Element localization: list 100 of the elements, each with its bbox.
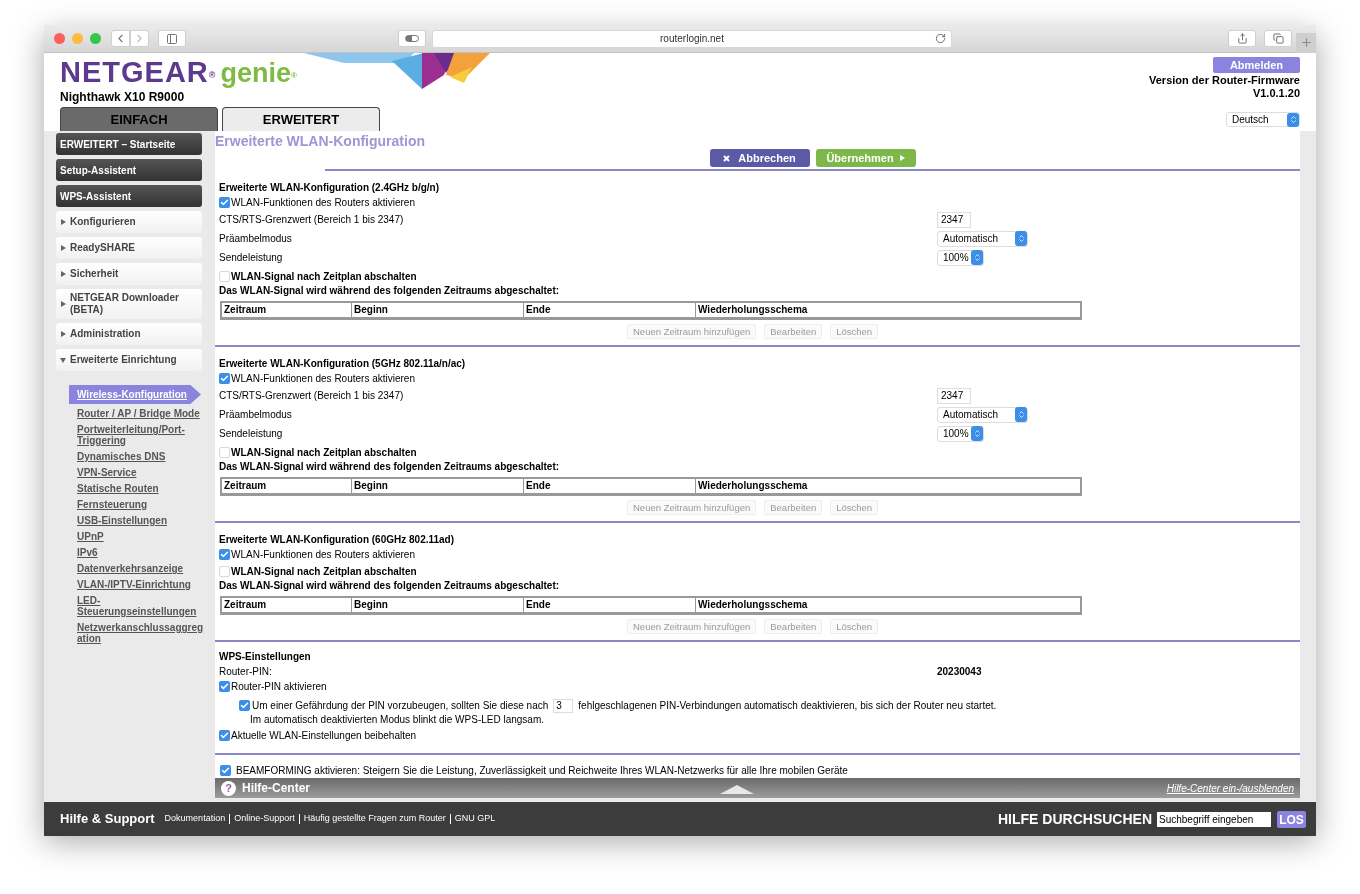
checkbox[interactable] (239, 700, 250, 711)
sidebar-link[interactable]: VPN-Service (77, 466, 205, 479)
sidebar-group-button[interactable]: ReadySHARE (56, 237, 202, 259)
column-header: Wiederholungsschema (697, 598, 809, 612)
attempts-field[interactable]: 3 (553, 698, 574, 713)
sidebar-group-button[interactable]: NETGEAR Downloader (BETA) (56, 289, 202, 319)
mode-tab[interactable]: ERWEITERT (222, 107, 380, 131)
sidebar-link[interactable]: USB-Einstellungen (77, 514, 205, 527)
sidebar-group-button[interactable]: Administration (56, 323, 202, 345)
close-window-icon[interactable] (54, 33, 65, 44)
checkbox[interactable] (219, 729, 230, 741)
checkbox[interactable] (219, 446, 230, 458)
sidebar-group-button[interactable]: Konfigurieren (56, 211, 202, 233)
page-title: Erweiterte WLAN-Konfiguration (215, 132, 426, 149)
search-button[interactable]: LOS (1277, 810, 1306, 828)
column-header: Ende (524, 598, 696, 612)
column-header: Beginn (352, 303, 524, 317)
preamble-select[interactable]: Automatisch (937, 230, 1028, 247)
field-label: CTS/RTS-Grenzwert (Bereich 1 bis 2347) (219, 213, 405, 227)
checkbox[interactable] (219, 197, 230, 208)
stepper-arrows-icon (971, 250, 983, 265)
sidebar-group-button[interactable]: Sicherheit (56, 263, 202, 285)
footer-link[interactable]: Dokumentation (164, 812, 226, 826)
sidebar-link[interactable]: Dynamisches DNS (77, 450, 205, 463)
maximize-window-icon[interactable] (90, 33, 101, 44)
logout-button[interactable]: Abmelden (1213, 57, 1300, 73)
field-label: Sendeleistung (219, 427, 284, 441)
address-bar[interactable]: routerlogin.net (432, 29, 952, 48)
tabs-button[interactable] (1264, 30, 1292, 47)
caret-right-icon (899, 155, 905, 161)
preamble-select[interactable]: Automatisch (937, 406, 1028, 423)
column-header: Ende (524, 303, 696, 317)
share-button[interactable] (1228, 30, 1256, 47)
section-heading: Erweiterte WLAN-Konfiguration (2.4GHz b/g/n) (219, 181, 440, 195)
expand-arrow-icon[interactable] (720, 785, 754, 794)
help-icon[interactable]: ? (221, 780, 236, 796)
brand-logo: NETGEAR$^{®}$ (60, 58, 217, 87)
sidebar-link[interactable]: Fernsteuerung (77, 498, 205, 511)
sidebar-link[interactable]: Datenverkehrsanzeige (77, 562, 205, 575)
check-icon (221, 766, 230, 775)
check-icon (220, 374, 229, 383)
checkbox-label: WLAN-Signal nach Zeitplan abschalten (231, 445, 417, 460)
sidebar-link[interactable]: Portweiterleitung/Port-Triggering (77, 423, 205, 447)
checkbox[interactable] (219, 549, 230, 560)
checkbox-label: WLAN-Funktionen des Routers aktivieren (231, 372, 415, 386)
power-select[interactable]: 100% (937, 425, 984, 442)
sidebar-link[interactable]: Router / AP / Bridge Mode (77, 407, 205, 420)
search-label: HILFE DURCHSUCHEN (998, 809, 1152, 829)
forward-button[interactable] (130, 30, 149, 47)
column-header: Beginn (352, 598, 524, 612)
footer-link[interactable]: GNU GPL (454, 812, 496, 826)
checkbox-label: Aktuelle WLAN-Einstellungen beibehalten (231, 728, 417, 743)
tabs-icon (1272, 33, 1284, 44)
section-heading: Erweiterte WLAN-Konfiguration (5GHz 802.11a/n/ac) (219, 357, 467, 371)
checkbox-label: WLAN-Funktionen des Routers aktivieren (231, 196, 415, 210)
sidebar-link[interactable]: Wireless-Konfiguration (69, 385, 201, 404)
sidebar-link[interactable]: IPv6 (77, 546, 205, 559)
router-pin: 20230043 (937, 664, 982, 679)
checkbox[interactable] (219, 373, 230, 384)
language-select[interactable]: Deutsch (1226, 112, 1300, 127)
reader-button[interactable] (398, 30, 426, 47)
footer-link[interactable]: Online-Support (234, 812, 295, 826)
column-header: Wiederholungsschema (697, 303, 809, 317)
column-header: Zeitraum (222, 303, 352, 317)
help-bar-title: Hilfe-Center (242, 780, 310, 797)
footer-link[interactable]: Häufig gestellte Fragen zum Router (303, 812, 446, 826)
section-heading: WPS-Einstellungen (219, 650, 312, 664)
sidebar-link[interactable]: VLAN-/IPTV-Einrichtung (77, 578, 205, 591)
check-icon (220, 550, 229, 559)
stepper-arrows-icon (1015, 231, 1027, 246)
help-search-field[interactable]: Suchbegriff eingeben (1157, 811, 1271, 827)
threshold-field[interactable]: 2347 (937, 387, 971, 404)
new-tab-button[interactable] (1296, 32, 1316, 53)
caret-right-icon (60, 301, 66, 307)
sidebar-nav-button[interactable]: WPS-Assistent (56, 185, 202, 207)
checkbox[interactable] (220, 765, 231, 776)
cancel-button[interactable]: Abbrechen (709, 149, 810, 167)
back-button[interactable] (111, 30, 130, 47)
checkbox[interactable] (219, 270, 230, 282)
mode-tab[interactable]: EINFACH (60, 107, 218, 131)
checkbox[interactable] (219, 565, 230, 577)
sidebar-link[interactable]: UPnP (77, 530, 205, 543)
column-header: Wiederholungsschema (697, 479, 809, 493)
sidebar-link[interactable]: Netzwerkanschlussaggregation (77, 621, 205, 645)
power-select[interactable]: 100% (937, 249, 984, 266)
checkbox-label: Router-PIN aktivieren (231, 679, 327, 694)
sidebar-link[interactable]: Statische Routen (77, 482, 205, 495)
sidebar-nav-button[interactable]: ERWEITERT – Startseite (56, 133, 202, 155)
threshold-field[interactable]: 2347 (937, 211, 971, 228)
schedule-note: Das WLAN-Signal wird während des folgenden Zeitraums abgeschaltet: (219, 460, 561, 474)
checkbox[interactable] (219, 680, 230, 692)
help-toggle-link[interactable]: Hilfe-Center ein-/ausblenden (1166, 780, 1294, 796)
share-icon (1236, 33, 1248, 44)
schedule-note: Das WLAN-Signal wird während des folgenden Zeitraums abgeschaltet: (219, 579, 561, 593)
sidebar-group-button[interactable]: Erweiterte Einrichtung (56, 349, 202, 371)
sidebar-nav-button[interactable]: Setup-Assistent (56, 159, 202, 181)
reload-icon[interactable] (935, 33, 946, 44)
sidebar-button[interactable] (158, 30, 186, 47)
checkbox-label: Um einer Gefährdung der PIN vorzubeugen, sollten Sie diese nach (252, 699, 549, 713)
sidebar-link[interactable]: LED-Steuerungseinstellungen (77, 594, 205, 618)
